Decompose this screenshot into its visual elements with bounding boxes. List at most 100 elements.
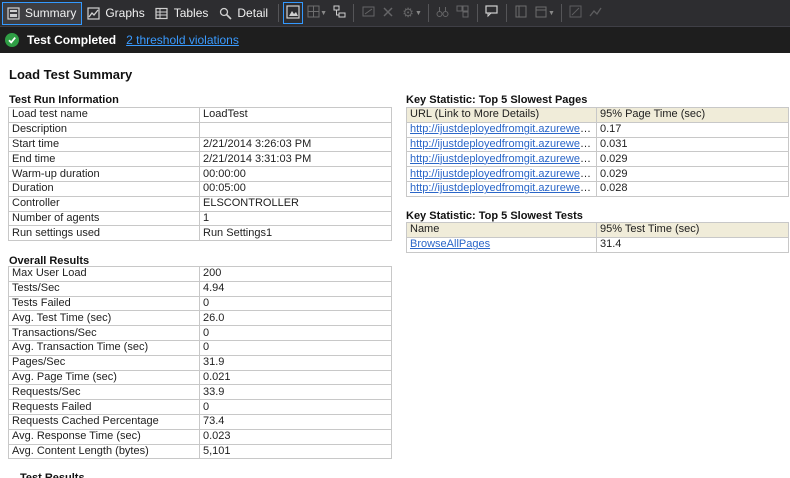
threshold-violations-link[interactable]: 2 threshold violations	[126, 33, 239, 47]
status-bar: Test Completed 2 threshold violations	[0, 27, 790, 53]
summary-icon	[6, 6, 20, 20]
table-cell-label: Number of agents	[8, 210, 200, 227]
filter-button[interactable]	[433, 2, 453, 24]
test-run-info-title: Test Run Information	[9, 94, 119, 106]
detail-link[interactable]: http://ijustdeployedfromgit.azurewebsite…	[410, 168, 596, 180]
detail-link[interactable]: http://ijustdeployedfromgit.azurewebsite…	[410, 153, 596, 165]
tab-tables[interactable]: Tables	[151, 2, 215, 25]
table-cell-value: 0.021	[199, 369, 392, 386]
table-row: Avg. Test Time (sec) 26.0	[8, 310, 392, 327]
table-cell-value: 33.9	[199, 384, 392, 401]
table-cell-label: End time	[8, 151, 200, 168]
tab-graphs[interactable]: Graphs	[82, 2, 150, 25]
tab-summary[interactable]: Summary	[2, 1, 83, 25]
table-row: Description	[8, 121, 392, 138]
table-row: Run settings used Run Settings1	[8, 225, 392, 242]
image-icon	[286, 4, 300, 22]
toolbar-separator	[560, 4, 562, 22]
table-cell-value: 0	[199, 339, 392, 356]
table-row: Requests/Sec 33.9	[8, 384, 392, 401]
table-cell-value: 0.029	[596, 151, 789, 168]
table-cell-value: 5,101	[199, 443, 392, 460]
slowest-pages-table: URL (Link to More Details) 95% Page Time…	[406, 107, 789, 197]
detail-link[interactable]: http://ijustdeployedfromgit.azurewebsite…	[410, 182, 596, 194]
layout-button[interactable]	[303, 2, 323, 24]
table-row: http://ijustdeployedfromgit.azurewebsite…	[406, 151, 789, 168]
table-cell-value: 26.0	[199, 310, 392, 327]
table-row: Avg. Page Time (sec) 0.021	[8, 369, 392, 386]
table-cell-value: 0	[199, 325, 392, 341]
table-cell-value: Run Settings1	[199, 225, 392, 242]
compare-button[interactable]	[453, 2, 473, 24]
detail-link[interactable]: http://ijustdeployedfromgit.azurewebsite…	[410, 123, 596, 135]
toolbar: Summary Graphs Tables Detail ▼ ⚙ ▼ ▼	[0, 0, 790, 27]
detail-link[interactable]: http://ijustdeployedfromgit.azurewebsite…	[410, 138, 596, 150]
table-cell-value: 200	[199, 266, 392, 282]
table-cell-value: LoadTest	[199, 107, 392, 123]
table-cell-label: http://ijustdeployedfromgit.azurewebsite…	[406, 151, 597, 168]
binoculars-icon	[436, 5, 449, 21]
settings-button[interactable]: ⚙	[398, 2, 418, 24]
slowest-tests-title: Key Statistic: Top 5 Slowest Tests	[406, 210, 583, 222]
tab-graphs-label: Graphs	[105, 6, 145, 20]
table-cell-label: Transactions/Sec	[8, 325, 200, 341]
column-header-page-time: 95% Page Time (sec)	[596, 107, 789, 123]
counter-icon	[362, 5, 375, 21]
detail-link[interactable]: BrowseAllPages	[410, 238, 490, 250]
panel-icon	[515, 5, 527, 21]
add-counter-button[interactable]	[358, 2, 378, 24]
table-cell-value: 0.023	[199, 428, 392, 445]
table-cell-label: Start time	[8, 136, 200, 153]
delete-button[interactable]	[378, 2, 398, 24]
table-row: Requests Failed 0	[8, 399, 392, 415]
column-header-test-time: 95% Test Time (sec)	[596, 222, 789, 238]
table-row: Transactions/Sec 0	[8, 325, 392, 341]
excel-button[interactable]	[566, 2, 586, 24]
column-header-name: Name	[406, 222, 597, 238]
table-cell-value: 2/21/2014 3:31:03 PM	[199, 151, 392, 168]
table-cell-label: BrowseAllPages	[406, 236, 597, 253]
table-cell-value: ELSCONTROLLER	[199, 195, 392, 212]
table-cell-label: Avg. Content Length (bytes)	[8, 443, 200, 460]
table-cell-label: Tests Failed	[8, 295, 200, 312]
table-row: Max User Load 200	[8, 266, 392, 282]
slowest-pages-title: Key Statistic: Top 5 Slowest Pages	[406, 94, 588, 106]
tab-detail-label: Detail	[237, 6, 269, 20]
table-cell-label: Avg. Page Time (sec)	[8, 369, 200, 386]
compare-icon	[456, 5, 469, 21]
hierarchy-icon	[333, 5, 346, 21]
overall-results-table: Max User Load 200 Tests/Sec 4.94 Tests Faile…	[8, 266, 392, 460]
table-cell-label: http://ijustdeployedfromgit.azurewebsite…	[406, 180, 597, 197]
table-row: Duration 00:05:00	[8, 180, 392, 197]
table-cell-value: 4.94	[199, 280, 392, 297]
table-cell-value: 00:05:00	[199, 180, 392, 197]
tab-detail[interactable]: Detail	[214, 2, 274, 25]
table-cell-value: 31.4	[596, 236, 789, 253]
export-report-button[interactable]	[283, 2, 304, 24]
table-row: http://ijustdeployedfromgit.azurewebsite…	[406, 136, 789, 153]
table-row: Avg. Transaction Time (sec) 0	[8, 339, 392, 356]
table-cell-value: 0	[199, 295, 392, 312]
table-cell-label: Avg. Response Time (sec)	[8, 428, 200, 445]
table-cell-label: Requests Failed	[8, 399, 200, 415]
toolbar-separator	[353, 4, 355, 22]
table-row: BrowseAllPages 31.4	[406, 236, 789, 253]
table-row: http://ijustdeployedfromgit.azurewebsite…	[406, 121, 789, 138]
analyze-button[interactable]	[329, 2, 349, 24]
toolbar-separator	[427, 4, 429, 22]
table-cell-value: 2/21/2014 3:26:03 PM	[199, 136, 392, 153]
test-results-title: Test Results	[20, 473, 85, 478]
table-cell-label: Tests/Sec	[8, 280, 200, 297]
view-button[interactable]	[531, 2, 551, 24]
tab-tables-label: Tables	[173, 6, 209, 20]
table-row: Controller ELSCONTROLLER	[8, 195, 392, 212]
table-row: End time 2/21/2014 3:31:03 PM	[8, 151, 392, 168]
detail-icon	[218, 6, 232, 20]
close-icon	[382, 6, 394, 21]
panel-button[interactable]	[511, 2, 531, 24]
window-icon	[535, 6, 547, 21]
run-comments-button[interactable]	[482, 2, 502, 24]
table-cell-label: Load test name	[8, 107, 200, 123]
trend-button[interactable]	[586, 2, 606, 24]
table-row: Avg. Content Length (bytes) 5,101	[8, 443, 392, 460]
